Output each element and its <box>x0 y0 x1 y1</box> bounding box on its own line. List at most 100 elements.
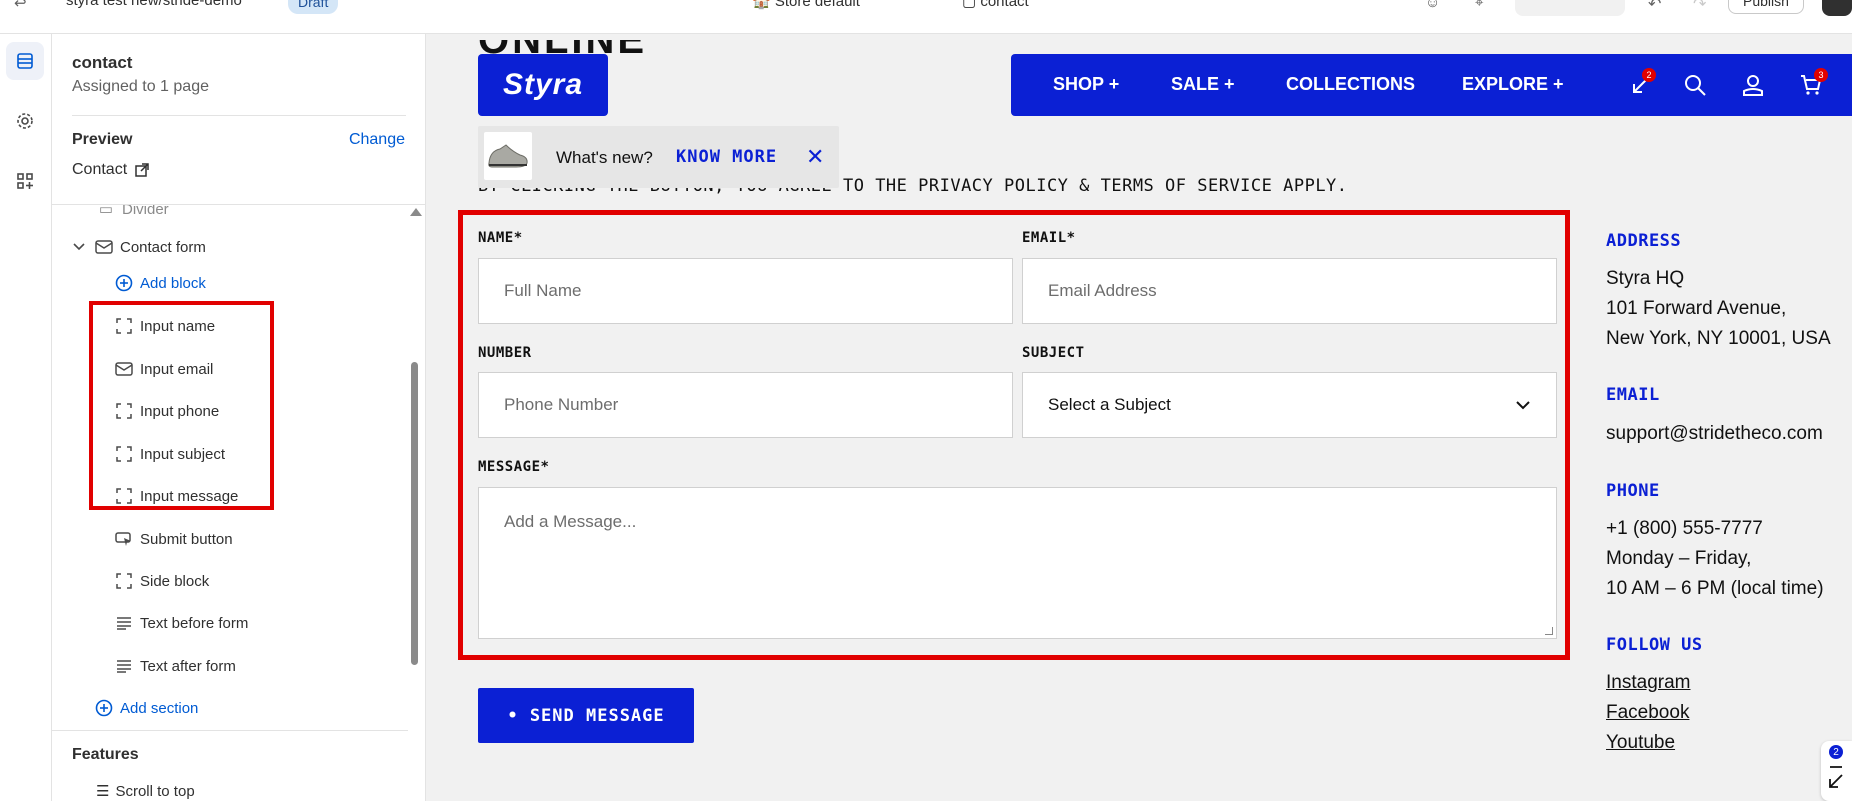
chevron-down-icon <box>1516 401 1530 410</box>
message-textarea[interactable]: Add a Message... <box>478 487 1557 639</box>
features-heading: Features <box>72 746 139 763</box>
redo-button[interactable]: ↷ <box>1693 0 1706 14</box>
nav-shop[interactable]: SHOP + <box>1053 74 1119 95</box>
search-icon[interactable] <box>1680 70 1710 100</box>
sneaker-image <box>488 144 528 168</box>
subject-select[interactable]: Select a Subject <box>1022 372 1557 438</box>
text-lines-icon <box>114 656 134 676</box>
tree-block-text-before-form[interactable]: Text before form <box>114 605 248 641</box>
publish-button[interactable]: Publish <box>1728 0 1804 14</box>
sections-tab[interactable] <box>6 42 44 80</box>
tree-section-scroll-to-top[interactable]: ☰ Scroll to top <box>96 782 195 801</box>
more-actions-button[interactable] <box>1822 0 1852 16</box>
tree-block-text-after-form[interactable]: Text after form <box>114 648 236 684</box>
tree-item-label: Side block <box>140 572 210 590</box>
resize-handle[interactable] <box>1545 627 1553 635</box>
account-icon[interactable] <box>1738 70 1768 100</box>
tree-section-contact-form[interactable]: Contact form <box>72 229 206 265</box>
panel-scrollbar[interactable] <box>411 362 418 665</box>
store-label: Store default <box>774 0 860 10</box>
address-line: Styra HQ <box>1606 268 1685 289</box>
exit-icon[interactable]: ↩ <box>14 0 27 12</box>
message-label: MESSAGE* <box>478 459 550 475</box>
compare-floater[interactable]: 2 <box>1821 741 1852 801</box>
cart-count-badge: 3 <box>1814 68 1828 82</box>
sections-icon <box>17 53 33 69</box>
add-block-button[interactable]: Add block <box>114 265 206 301</box>
compare-count-badge: 2 <box>1642 68 1656 82</box>
store-breadcrumb[interactable]: styra test new/stride-demo <box>66 0 242 9</box>
tree-block-side-block[interactable]: Side block <box>114 563 209 599</box>
name-field[interactable]: Full Name <box>478 258 1013 324</box>
product-thumbnail <box>484 132 532 180</box>
scroll-up-arrow[interactable] <box>410 208 422 216</box>
divider-icon: ▭ <box>98 205 114 218</box>
change-preview-link[interactable]: Change <box>349 131 405 149</box>
editor-topbar: ↩ styra test new/stride-demo Draft 🏠 Sto… <box>0 0 1852 34</box>
tree-item-label: Divider <box>122 205 169 218</box>
support-email: support@stridetheco.com <box>1606 423 1823 444</box>
youtube-link[interactable]: Youtube <box>1606 732 1675 754</box>
message-placeholder: Add a Message... <box>504 512 637 531</box>
tree-item-label: Contact form <box>120 238 206 256</box>
section-icon: ☰ <box>96 783 110 800</box>
tree-item-label: Scroll to top <box>115 782 195 800</box>
template-label: contact <box>980 0 1029 10</box>
send-message-button[interactable]: • SEND MESSAGE <box>478 688 694 743</box>
know-more-link[interactable]: KNOW MORE <box>676 147 777 167</box>
inspector-icon[interactable]: ⌖ <box>1475 0 1483 11</box>
instagram-link[interactable]: Instagram <box>1606 672 1690 694</box>
undo-button[interactable]: ↶ <box>1648 0 1661 14</box>
address-line: 101 Forward Avenue, <box>1606 298 1787 319</box>
cursor-button-icon <box>114 529 134 549</box>
compare-icon <box>1829 766 1843 788</box>
address-heading: ADDRESS <box>1606 231 1682 251</box>
add-section-label: Add section <box>120 699 199 717</box>
divider <box>72 115 406 116</box>
text-lines-icon <box>114 613 134 633</box>
hours-line: Monday – Friday, <box>1606 548 1752 569</box>
hours-line: 10 AM – 6 PM (local time) <box>1606 578 1824 599</box>
site-nav: SHOP + SALE + COLLECTIONS EXPLORE + 2 3 <box>1011 54 1852 116</box>
plus-circle-icon <box>94 698 114 718</box>
add-section-button[interactable]: Add section <box>94 690 198 726</box>
nav-explore[interactable]: EXPLORE + <box>1462 74 1564 95</box>
number-label: NUMBER <box>478 345 532 361</box>
preview-label: Preview <box>72 131 133 148</box>
add-block-label: Add block <box>140 274 206 292</box>
address-line: New York, NY 10001, USA <box>1606 328 1831 349</box>
chevron-down-icon <box>72 237 86 257</box>
tree-item-divider[interactable]: ▭ Divider <box>96 205 169 227</box>
subject-value: Select a Subject <box>1048 395 1171 414</box>
theme-settings-tab[interactable] <box>6 102 44 140</box>
apps-tab[interactable] <box>6 162 44 200</box>
store-selector[interactable]: 🏠 Store default <box>752 0 860 10</box>
preview-page-link[interactable]: Contact <box>72 161 149 179</box>
name-label: NAME* <box>478 230 523 246</box>
facebook-link[interactable]: Facebook <box>1606 702 1689 724</box>
nav-sale[interactable]: SALE + <box>1171 74 1235 95</box>
floater-count-badge: 2 <box>1829 745 1843 759</box>
apps-icon <box>17 173 33 189</box>
nav-collections[interactable]: COLLECTIONS <box>1286 74 1415 95</box>
sidekick-icon[interactable]: ☺ <box>1425 0 1440 11</box>
tree-block-submit-button[interactable]: Submit button <box>114 521 233 557</box>
block-icon <box>114 571 134 591</box>
phone-field[interactable]: Phone Number <box>478 372 1013 438</box>
editor-rail <box>0 34 52 801</box>
close-icon[interactable]: ✕ <box>806 144 824 170</box>
gear-icon <box>17 113 33 129</box>
external-link-icon <box>135 163 149 177</box>
email-field[interactable]: Email Address <box>1022 258 1557 324</box>
tree-item-label: Text before form <box>140 614 249 632</box>
phone-heading: PHONE <box>1606 481 1660 501</box>
preview-page-label: Contact <box>72 161 128 178</box>
follow-heading: FOLLOW US <box>1606 635 1703 655</box>
template-subtitle: Assigned to 1 page <box>72 78 209 95</box>
highlight-box-blocks <box>89 301 274 510</box>
device-preview-group[interactable] <box>1515 0 1625 16</box>
email-label: EMAIL* <box>1022 230 1076 246</box>
phone-number: +1 (800) 555-7777 <box>1606 518 1763 539</box>
template-selector[interactable]: ▢ contact <box>962 0 1029 10</box>
site-logo[interactable]: Styra <box>478 54 608 116</box>
